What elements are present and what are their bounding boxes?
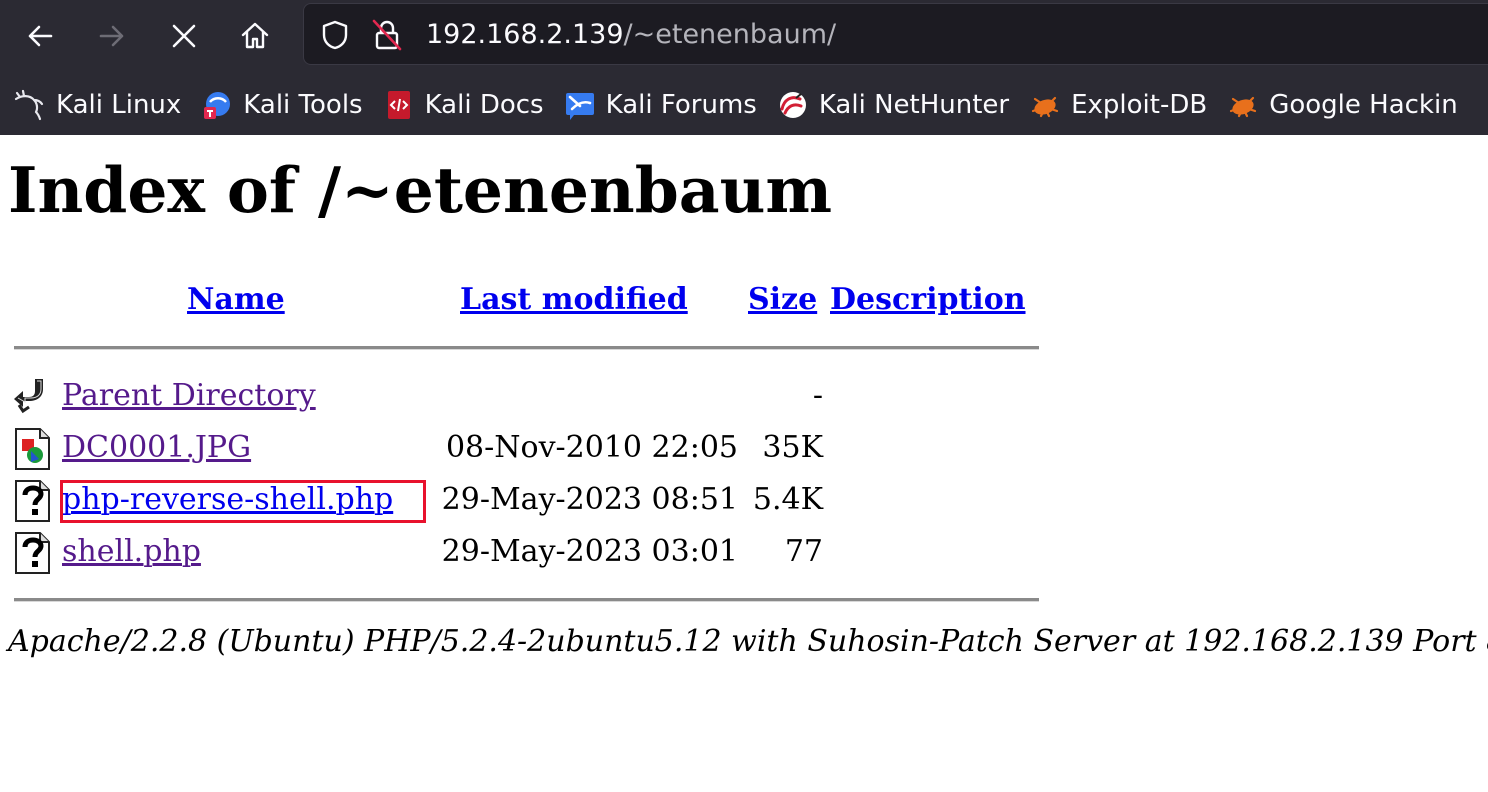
- back-button[interactable]: [14, 10, 66, 62]
- column-header-description[interactable]: Description: [830, 281, 1026, 319]
- server-signature: Apache/2.2.8 (Ubuntu) PHP/5.2.4-2ubuntu5…: [8, 624, 1488, 659]
- bookmarks-toolbar: Kali Linux Kali Tools Kali Docs Kali For…: [0, 80, 1488, 130]
- table-row: Parent Directory -: [0, 371, 1100, 421]
- kali-forums-icon: [564, 89, 596, 121]
- back-arrow-icon: [28, 25, 53, 47]
- column-header-size[interactable]: Size: [748, 281, 817, 319]
- bookmark-exploit-db[interactable]: Exploit-DB: [1029, 89, 1207, 121]
- file-link-shell-php[interactable]: shell.php: [62, 532, 201, 572]
- kali-docs-icon: [383, 89, 415, 121]
- unknown-file-icon: [15, 480, 50, 522]
- browser-toolbar: 192.168.2.139/~etenenbaum/ Kali Linux Ka…: [0, 0, 1488, 135]
- home-button[interactable]: [229, 10, 281, 62]
- file-link-dc0001-jpg[interactable]: DC0001.JPG: [62, 428, 251, 468]
- file-size: 77: [784, 534, 823, 569]
- file-link-parent-directory[interactable]: Parent Directory: [62, 376, 316, 416]
- exploit-db-icon: [1029, 89, 1061, 121]
- bookmark-label: Kali NetHunter: [818, 90, 1010, 120]
- nethunter-icon: [777, 89, 809, 121]
- table-row: shell.php 29-May-2023 03:01 77: [0, 527, 1100, 577]
- bookmark-label: Google Hackin: [1269, 90, 1458, 120]
- bookmark-label: Kali Forums: [605, 90, 757, 120]
- file-date: 29-May-2023 08:51: [441, 482, 738, 517]
- url-bar[interactable]: 192.168.2.139/~etenenbaum/: [303, 3, 1488, 65]
- file-size: 5.4K: [752, 482, 823, 517]
- bookmark-kali-docs[interactable]: Kali Docs: [383, 89, 544, 121]
- close-icon: [172, 24, 196, 48]
- page-title: Index of /~etenenbaum: [8, 153, 833, 227]
- header-divider: [14, 346, 1039, 350]
- url-host: 192.168.2.139: [426, 19, 624, 50]
- kali-dragon-icon: [14, 89, 46, 121]
- stop-button[interactable]: [158, 10, 210, 62]
- insecure-lock-icon[interactable]: [370, 18, 404, 52]
- file-date: 29-May-2023 03:01: [441, 534, 738, 569]
- unknown-file-icon: [15, 532, 50, 574]
- table-row: DC0001.JPG 08-Nov-2010 22:05 35K: [0, 423, 1100, 473]
- url-text[interactable]: 192.168.2.139/~etenenbaum/: [426, 18, 836, 52]
- bookmark-kali-forums[interactable]: Kali Forums: [564, 89, 757, 121]
- bookmark-kali-tools[interactable]: Kali Tools: [201, 89, 363, 121]
- bookmark-label: Kali Docs: [424, 90, 544, 120]
- home-icon: [241, 22, 269, 49]
- file-size: -: [812, 378, 823, 413]
- bookmark-label: Exploit-DB: [1071, 90, 1208, 120]
- forward-button[interactable]: [86, 10, 138, 62]
- bookmark-label: Kali Tools: [243, 90, 363, 120]
- column-header-last-modified[interactable]: Last modified: [460, 281, 688, 319]
- image-file-icon: [15, 428, 50, 470]
- file-size: 35K: [762, 430, 823, 465]
- page-content: Index of /~etenenbaum Name Last modified…: [0, 135, 1488, 792]
- column-header-name[interactable]: Name: [187, 281, 285, 319]
- kali-tools-icon: [201, 89, 233, 121]
- google-hacking-icon: [1227, 89, 1259, 121]
- back-icon: [14, 379, 43, 414]
- bookmark-kali-linux[interactable]: Kali Linux: [14, 89, 181, 121]
- tracking-protection-shield-icon[interactable]: [318, 18, 352, 52]
- url-path: /~etenenbaum/: [623, 19, 837, 50]
- forward-arrow-icon: [99, 25, 124, 47]
- highlight-annotation-box: [60, 480, 426, 523]
- file-date: 08-Nov-2010 22:05: [445, 430, 738, 465]
- footer-divider: [14, 598, 1039, 602]
- bookmark-label: Kali Linux: [56, 90, 182, 120]
- bookmark-kali-nethunter[interactable]: Kali NetHunter: [777, 89, 1009, 121]
- bookmark-google-hacking[interactable]: Google Hackin: [1227, 89, 1458, 121]
